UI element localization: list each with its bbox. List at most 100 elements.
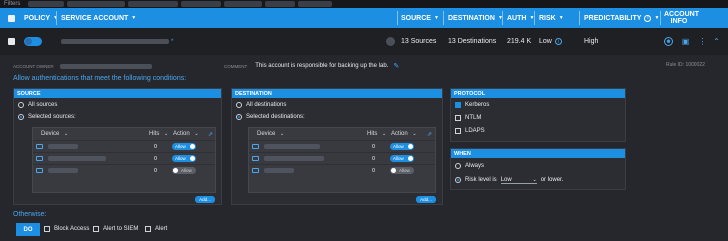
column-source[interactable]: SOURCE ▼: [401, 8, 439, 28]
all-destinations-radio[interactable]: All destinations: [236, 102, 286, 108]
device-name: [48, 156, 106, 161]
device-name: [264, 168, 294, 173]
allow-toggle[interactable]: Allow: [390, 155, 414, 162]
column-policy[interactable]: POLICY▼: [24, 8, 58, 28]
select-all-checkbox[interactable]: [8, 8, 15, 28]
column-destination[interactable]: DESTINATION ▼: [448, 8, 503, 28]
account-owner: ACCOUNT OWNER: [13, 64, 152, 69]
all-sources-label: All sources: [28, 102, 58, 108]
all-destinations-label: All destinations: [246, 102, 287, 108]
filter-chip[interactable]: [67, 1, 126, 7]
table-row: 0 Allow: [249, 164, 435, 176]
account-owner-label: ACCOUNT OWNER: [13, 64, 54, 69]
source-devices-table: Device ⌄ Hits ⌄ Action ⌄ ⇗ 0 Allow 0 All…: [32, 127, 216, 193]
col-hits[interactable]: Hits ⌄: [367, 131, 386, 137]
alert-label: Alert: [155, 226, 168, 232]
expand-icon[interactable]: ⇗: [208, 131, 213, 138]
filter-chip[interactable]: [181, 1, 222, 7]
alert-checkbox[interactable]: Alert: [145, 226, 167, 232]
column-risk[interactable]: RISK ▼: [539, 8, 564, 28]
col-action[interactable]: Action ⌄: [391, 131, 417, 137]
when-panel: WHEN Always Risk level is Low ⌄ or lower.: [450, 148, 626, 190]
hits-value: 0: [372, 143, 376, 150]
rule-id: Rule ID: 1000022: [666, 62, 705, 68]
block-access-checkbox[interactable]: Block Access: [44, 226, 89, 232]
filter-chip[interactable]: [28, 1, 65, 7]
col-hits[interactable]: Hits ⌄: [149, 131, 168, 137]
always-label: Always: [465, 163, 485, 169]
selected-destinations-radio[interactable]: Selected destinations:: [236, 114, 305, 120]
do-button[interactable]: DO: [16, 223, 40, 236]
col-device-label: Device: [41, 131, 60, 137]
chevron-down-icon: ⌄: [164, 131, 169, 137]
source-panel-title: SOURCE: [14, 89, 221, 98]
column-predictability-label: PREDICTABILITY: [584, 14, 642, 22]
more-icon[interactable]: ⋮: [698, 28, 707, 55]
chevron-down-icon: ⌄: [382, 131, 387, 137]
risk-level-value: Low: [500, 176, 512, 183]
alert-siem-checkbox[interactable]: Alert to SIEM: [93, 226, 138, 232]
comment-icon[interactable]: ▣: [681, 28, 690, 55]
filter-chip[interactable]: [128, 1, 179, 7]
policy-toggle[interactable]: [24, 28, 42, 55]
hits-value: 0: [372, 155, 376, 162]
allow-toggle[interactable]: Allow: [172, 155, 196, 162]
table-row[interactable]: * 13 Sources 13 Destinations 219.4 K Low…: [0, 28, 728, 55]
account-info-icon[interactable]: ☻: [664, 28, 673, 55]
always-radio[interactable]: Always: [455, 163, 484, 169]
filter-chip[interactable]: [224, 1, 263, 7]
protocol-panel-title: PROTOCOL: [451, 89, 625, 98]
table-header: Device ⌄ Hits ⌄ Action ⌄ ⇗: [249, 128, 435, 140]
kerberos-checkbox[interactable]: Kerberos: [455, 102, 489, 108]
col-device[interactable]: Device ⌄: [257, 131, 284, 137]
chevron-down-icon: ▼: [131, 15, 137, 21]
allow-toggle[interactable]: Allow: [172, 143, 196, 150]
allow-toggle[interactable]: Allow: [390, 167, 414, 174]
col-hits-label: Hits: [149, 131, 160, 137]
allow-label: Allow: [399, 168, 410, 173]
filter-chip[interactable]: [298, 1, 333, 7]
device-icon: [36, 156, 43, 161]
col-action-label: Action: [173, 131, 190, 137]
column-auth[interactable]: AUTH ▼: [507, 8, 534, 28]
table-header: POLICY▼ SERVICE ACCOUNT▼ SOURCE▼ DESTINA…: [0, 8, 728, 28]
device-name: [48, 168, 78, 173]
edit-icon[interactable]: ✎: [393, 62, 399, 70]
filters-label: Filters: [4, 1, 21, 7]
table-row: 0 Allow: [33, 140, 215, 152]
all-sources-radio[interactable]: All sources: [18, 102, 57, 108]
column-divider: [56, 11, 57, 25]
allow-toggle[interactable]: Allow: [390, 143, 414, 150]
chevron-down-icon: ⌄: [194, 131, 199, 137]
allow-toggle[interactable]: Allow: [172, 167, 196, 174]
when-panel-title: WHEN: [451, 149, 625, 158]
ldaps-label: LDAPS: [465, 128, 485, 134]
risk-level-select[interactable]: Low ⌄: [500, 176, 537, 184]
risk-level-radio[interactable]: Risk level is Low ⌄ or lower.: [455, 176, 563, 184]
info-icon[interactable]: i: [554, 38, 562, 45]
column-divider: [534, 11, 535, 25]
row-risk-value: Low: [539, 38, 552, 45]
protocol-panel: PROTOCOL Kerberos NTLM LDAPS: [450, 88, 626, 142]
collapse-icon[interactable]: ⌃: [712, 28, 721, 55]
ntlm-checkbox[interactable]: NTLM: [455, 115, 481, 121]
col-device[interactable]: Device ⌄: [41, 131, 68, 137]
row-checkbox[interactable]: [8, 28, 15, 55]
add-destination-button[interactable]: Add...: [416, 196, 436, 203]
expand-icon[interactable]: ⇗: [427, 131, 432, 138]
ldaps-checkbox[interactable]: LDAPS: [455, 128, 485, 134]
destination-panel-title: DESTINATION: [232, 89, 442, 98]
col-action[interactable]: Action ⌄: [173, 131, 199, 137]
selected-destinations-label: Selected destinations:: [246, 114, 305, 120]
device-name: [264, 144, 320, 149]
add-source-button[interactable]: Add...: [195, 196, 215, 203]
selected-sources-radio[interactable]: Selected sources:: [18, 114, 76, 120]
column-service-account-label: SERVICE ACCOUNT: [61, 14, 129, 22]
column-predictability[interactable]: PREDICTABILITY i ▼: [584, 8, 659, 28]
allow-label: Allow: [175, 156, 186, 161]
filter-chip[interactable]: [265, 1, 296, 7]
selected-sources-label: Selected sources:: [28, 114, 76, 120]
hits-value: 0: [154, 167, 158, 174]
column-service-account[interactable]: SERVICE ACCOUNT ▼: [61, 8, 136, 28]
info-icon[interactable]: i: [644, 14, 652, 22]
